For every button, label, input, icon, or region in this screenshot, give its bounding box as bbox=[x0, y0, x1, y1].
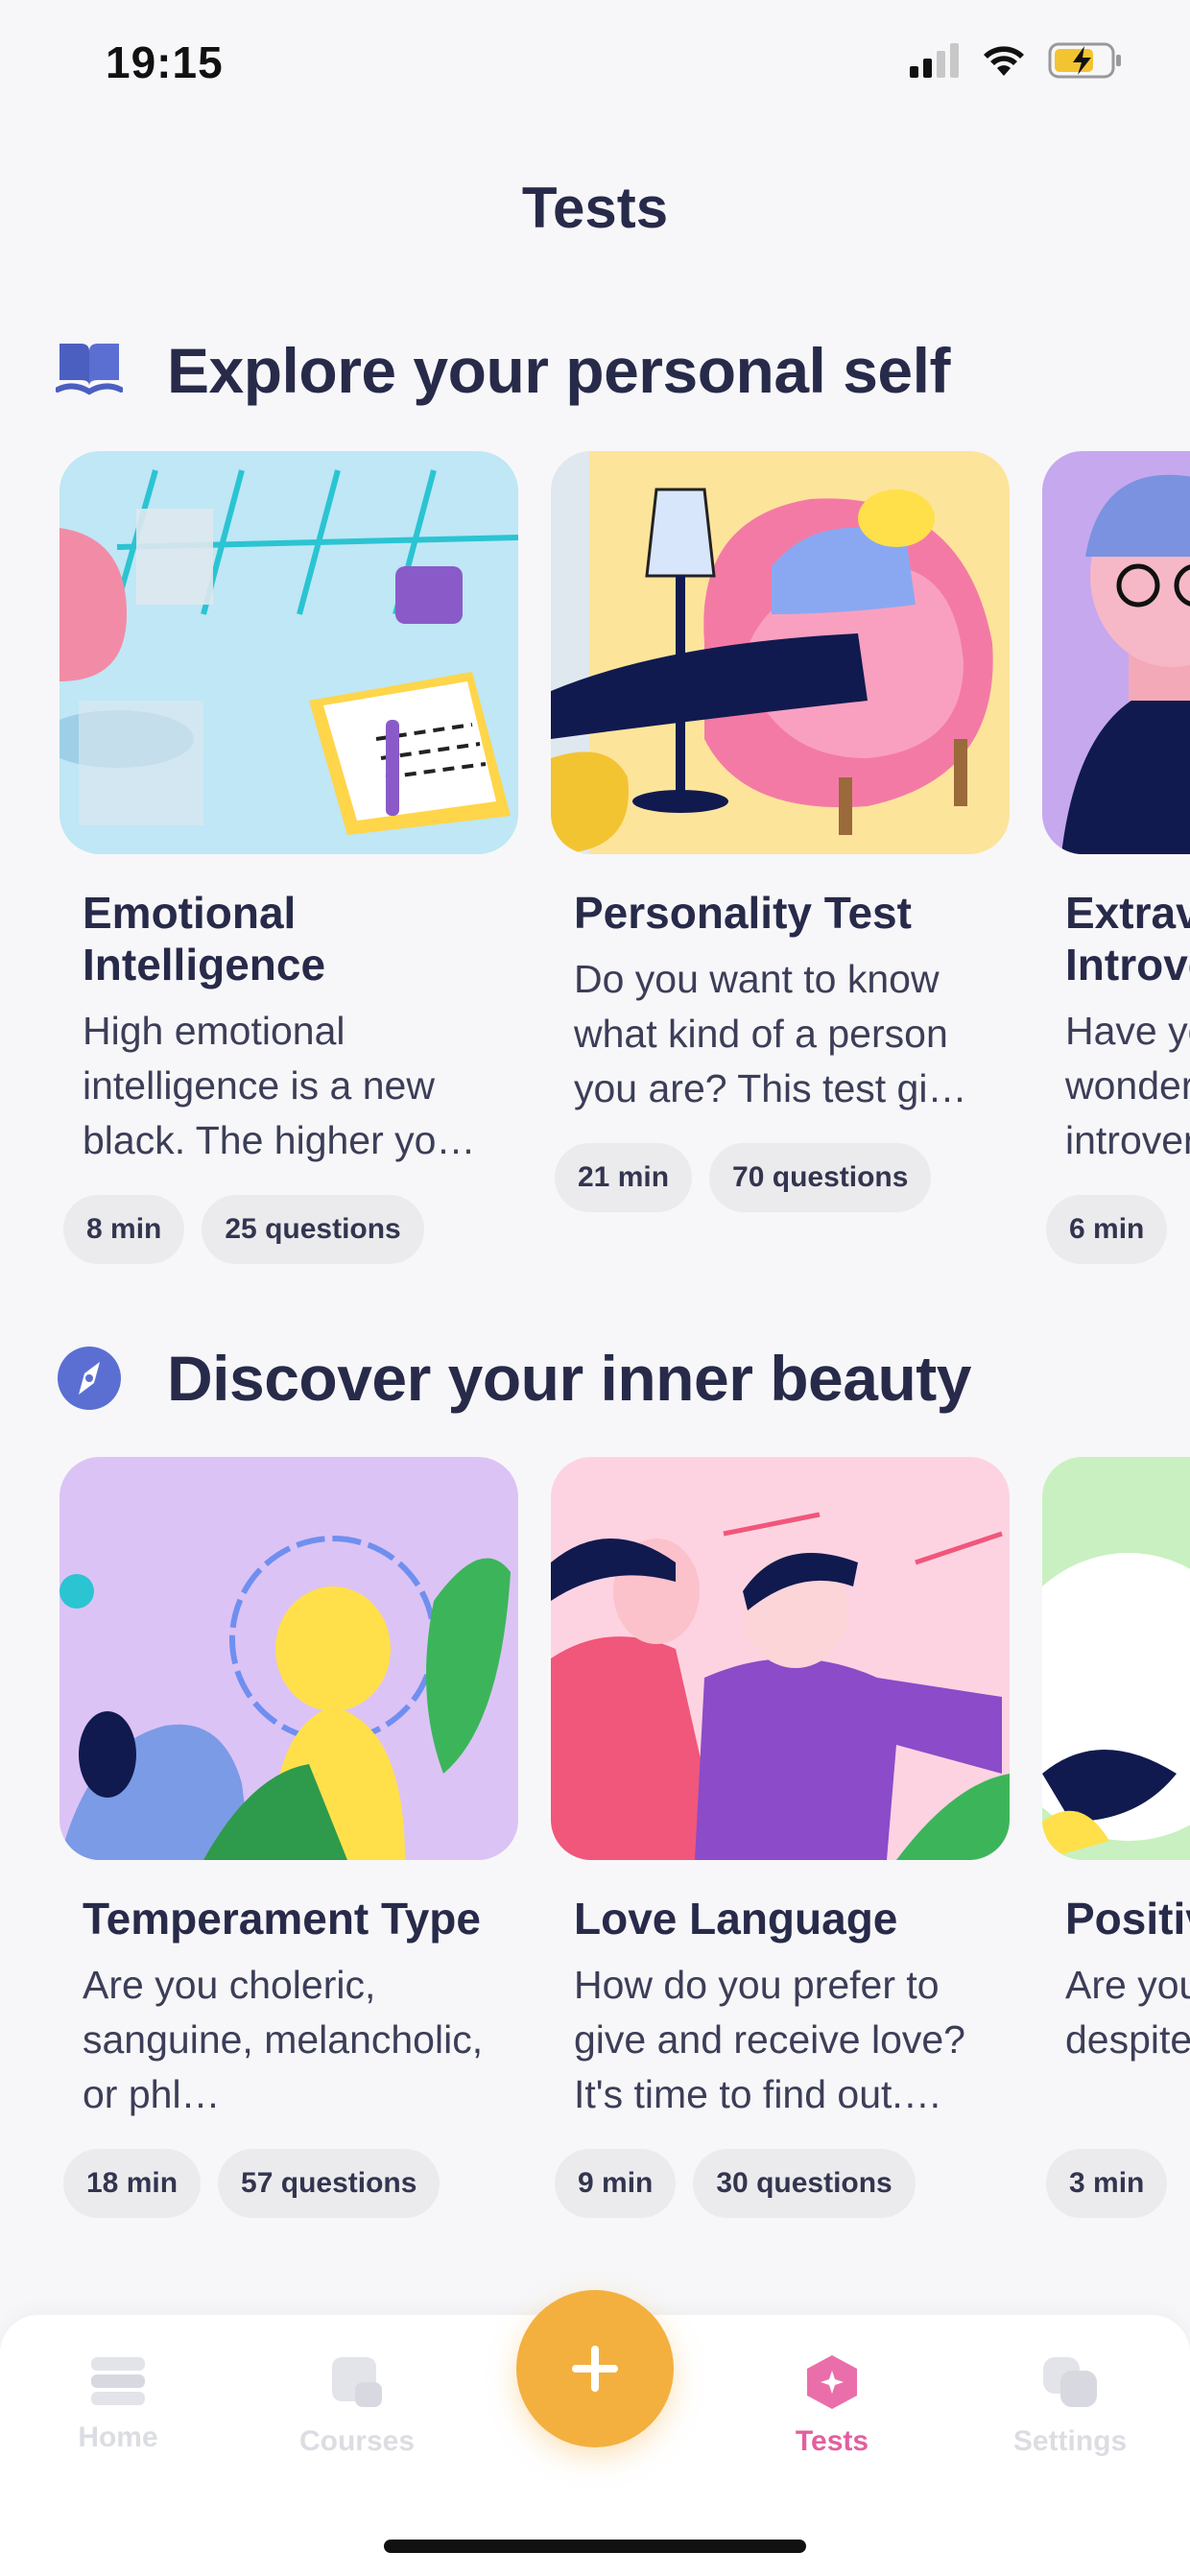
card-title: Emotional Intelligence bbox=[83, 888, 326, 990]
tab-settings[interactable]: Settings bbox=[974, 2353, 1166, 2458]
test-card-love-language[interactable]: Love Language How do you prefer to give … bbox=[551, 1457, 1010, 2218]
duration-chip: 8 min bbox=[63, 1195, 185, 1264]
question-count-chip: 57 questions bbox=[218, 2149, 440, 2218]
plus-icon bbox=[572, 2346, 618, 2392]
wifi-icon bbox=[984, 46, 1024, 76]
card-description: How do you prefer to give and receive lo… bbox=[574, 1963, 965, 2116]
card-illustration bbox=[60, 451, 518, 854]
courses-icon bbox=[332, 2357, 382, 2407]
card-illustration bbox=[1042, 451, 1190, 854]
test-card-personality[interactable]: Personality Test Do you want to know wha… bbox=[551, 451, 1010, 1212]
status-bar: 19:15 bbox=[0, 0, 1190, 134]
tab-home[interactable]: Home bbox=[22, 2353, 214, 2454]
test-card-extraversion[interactable]: Extraversion Introversion Have you ever … bbox=[1042, 451, 1190, 1264]
test-card-temperament[interactable]: Temperament Type Are you choleric, sangu… bbox=[60, 1457, 518, 2218]
duration-chip: 9 min bbox=[555, 2149, 677, 2218]
section-header-explore: Explore your personal self bbox=[56, 334, 950, 407]
tab-courses[interactable]: Courses bbox=[261, 2353, 453, 2458]
tab-label: Courses bbox=[298, 2425, 416, 2457]
question-count-chip: 30 questions bbox=[693, 2149, 916, 2218]
card-illustration bbox=[60, 1457, 518, 1860]
duration-chip: 3 min bbox=[1046, 2149, 1168, 2218]
explore-carousel[interactable]: Emotional Intelligence High emotional in… bbox=[0, 451, 1190, 1296]
card-illustration bbox=[551, 451, 1010, 854]
card-title: Positive Outlook bbox=[1065, 1894, 1190, 1944]
duration-chip: 18 min bbox=[63, 2149, 202, 2218]
test-card-positive-outlook[interactable]: Positive Outlook Are you good vibe despi… bbox=[1042, 1457, 1190, 2218]
tab-label: Settings bbox=[1012, 2425, 1128, 2457]
tab-tests[interactable]: Tests bbox=[736, 2353, 928, 2458]
card-illustration bbox=[551, 1457, 1010, 1860]
cellular-signal-icon bbox=[910, 43, 959, 78]
card-title: Love Language bbox=[574, 1894, 898, 1944]
question-count-chip: 25 questions bbox=[202, 1195, 424, 1264]
battery-charging-icon bbox=[1048, 42, 1121, 79]
tests-gem-icon bbox=[807, 2355, 857, 2409]
compass-icon bbox=[58, 1347, 121, 1410]
status-icons bbox=[910, 42, 1123, 79]
test-card-emotional-intelligence[interactable]: Emotional Intelligence High emotional in… bbox=[60, 451, 518, 1264]
home-indicator bbox=[384, 2540, 806, 2553]
card-illustration bbox=[1042, 1457, 1190, 1860]
add-test-button[interactable] bbox=[516, 2290, 674, 2447]
duration-chip: 6 min bbox=[1046, 1195, 1168, 1264]
section-title: Discover your inner beauty bbox=[167, 1343, 971, 1414]
discover-carousel[interactable]: Temperament Type Are you choleric, sangu… bbox=[0, 1457, 1190, 2302]
book-icon bbox=[56, 344, 123, 395]
card-description: Do you want to know what kind of a perso… bbox=[574, 957, 967, 1110]
card-description: Have you ever wondered if you are an int… bbox=[1065, 1009, 1190, 1162]
status-time: 19:15 bbox=[106, 37, 224, 87]
home-icon bbox=[91, 2357, 145, 2405]
card-description: Are you good vibe despite sadness… bbox=[1065, 1963, 1190, 2062]
page-title: Tests bbox=[521, 176, 669, 240]
duration-chip: 21 min bbox=[555, 1143, 693, 1212]
card-description: Are you choleric, sanguine, melancholic,… bbox=[83, 1963, 484, 2116]
settings-icon bbox=[1043, 2357, 1097, 2407]
card-title: Personality Test bbox=[574, 888, 912, 938]
question-count-chip: 70 questions bbox=[709, 1143, 932, 1212]
card-title: Extraversion Introversion bbox=[1065, 888, 1190, 990]
tab-label: Home bbox=[78, 2421, 158, 2453]
card-description: High emotional intelligence is a new bla… bbox=[83, 1009, 476, 1162]
card-title: Temperament Type bbox=[83, 1894, 481, 1944]
section-header-discover: Discover your inner beauty bbox=[56, 1342, 971, 1415]
tab-label: Tests bbox=[795, 2425, 869, 2457]
section-title: Explore your personal self bbox=[167, 335, 950, 406]
